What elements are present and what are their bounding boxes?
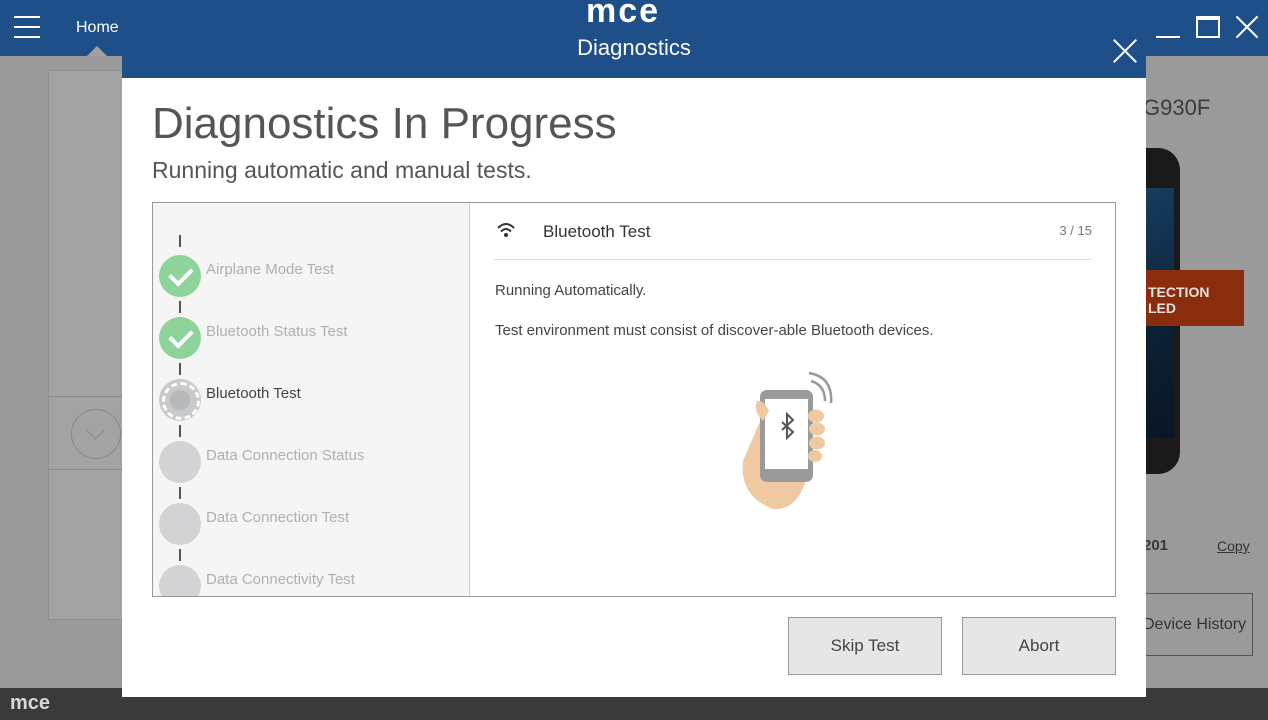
- wifi-signal-icon: [497, 223, 515, 237]
- test-label: Bluetooth Status Test: [206, 323, 348, 340]
- pending-circle-icon: [159, 565, 201, 596]
- checkmark-icon: [159, 317, 201, 359]
- device-history-button[interactable]: Device History: [1138, 593, 1253, 656]
- timeline-connector: [179, 487, 181, 499]
- protection-status-banner: TECTION LED: [1140, 270, 1244, 326]
- test-progress-counter: 3 / 15: [1059, 223, 1092, 238]
- window-close-icon[interactable]: [1234, 14, 1260, 40]
- footer-logo: mce: [10, 692, 51, 714]
- banner-line-1: TECTION: [1148, 284, 1210, 300]
- timeline-connector: [179, 425, 181, 437]
- divider: [49, 469, 129, 470]
- banner-line-2: LED: [1148, 300, 1176, 316]
- diagnostics-panel: Airplane Mode Test Bluetooth Status Test…: [152, 202, 1116, 597]
- test-mode-text: Running Automatically.: [495, 282, 647, 299]
- dialog-title: Diagnostics: [577, 35, 691, 60]
- pending-circle-icon: [159, 503, 201, 545]
- timeline-connector: [179, 549, 181, 561]
- checkmark-icon: [159, 255, 201, 297]
- hand-holding-phone-bluetooth-icon: [742, 371, 833, 510]
- test-instructions-text: Test environment must consist of discove…: [495, 322, 934, 339]
- test-list[interactable]: Airplane Mode Test Bluetooth Status Test…: [153, 203, 470, 596]
- timeline-connector: [179, 235, 181, 247]
- background-side-card: [48, 70, 129, 620]
- device-model-label: G930F: [1143, 95, 1211, 120]
- chevron-down-icon[interactable]: [71, 409, 121, 459]
- test-label: Data Connection Status: [206, 447, 365, 464]
- nav-tab-home[interactable]: Home: [76, 19, 119, 37]
- divider: [49, 396, 129, 397]
- skip-test-button[interactable]: Skip Test: [788, 617, 942, 675]
- timeline-connector: [179, 301, 181, 313]
- dialog-close-icon[interactable]: [1110, 36, 1140, 66]
- device-serial-value: 201: [1143, 537, 1169, 554]
- test-label: Data Connectivity Test: [206, 571, 355, 588]
- test-label: Bluetooth Test: [206, 385, 301, 402]
- page-subtitle: Running automatic and manual tests.: [152, 157, 532, 183]
- test-label: Data Connection Test: [206, 509, 350, 526]
- menu-icon[interactable]: [14, 16, 40, 38]
- pending-circle-icon: [159, 441, 201, 483]
- current-test-title: Bluetooth Test: [543, 222, 651, 241]
- timeline-connector: [179, 363, 181, 375]
- minimize-icon[interactable]: [1156, 36, 1180, 38]
- in-progress-spinner-icon: [159, 379, 201, 421]
- active-tab-caret-icon: [87, 46, 107, 56]
- abort-button[interactable]: Abort: [962, 617, 1116, 675]
- page-title: Diagnostics In Progress: [152, 99, 617, 148]
- copy-link[interactable]: Copy: [1217, 538, 1250, 554]
- divider: [494, 259, 1091, 260]
- test-detail: Bluetooth Test 3 / 15 Running Automatica…: [470, 203, 1115, 596]
- diagnostics-dialog: Diagnostics Diagnostics In Progress Runn…: [122, 23, 1146, 697]
- test-label: Airplane Mode Test: [206, 261, 335, 278]
- dialog-header: Diagnostics: [122, 23, 1146, 78]
- maximize-icon[interactable]: [1196, 16, 1220, 38]
